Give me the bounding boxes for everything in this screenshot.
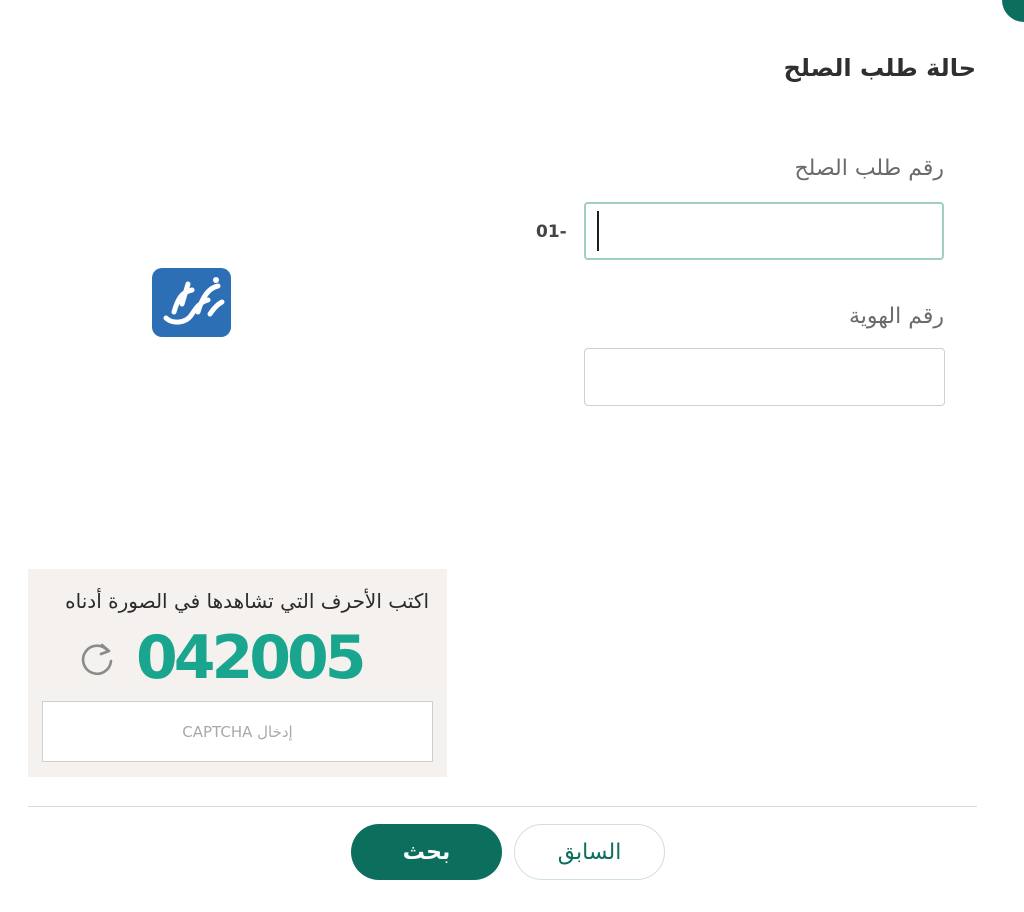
captcha-panel: اكتب الأحرف التي تشاهدها في الصورة أدناه… [28, 569, 447, 777]
id-number-label: رقم الهوية [848, 304, 944, 329]
text-caret [597, 211, 599, 251]
search-button[interactable]: بحث [351, 824, 502, 880]
captcha-instruction: اكتب الأحرف التي تشاهدها في الصورة أدناه [65, 589, 429, 613]
captcha-input[interactable] [42, 701, 433, 762]
logo [152, 268, 231, 337]
request-number-prefix: 01- [536, 222, 567, 242]
request-number-label: رقم طلب الصلح [794, 156, 944, 181]
request-number-input[interactable] [584, 202, 944, 260]
refresh-icon[interactable] [78, 639, 116, 677]
footer-divider [28, 806, 977, 807]
corner-accent [1002, 0, 1024, 22]
page: حالة طلب الصلح رقم طلب الصلح 01- رقم اله… [0, 0, 1024, 912]
page-title: حالة طلب الصلح [783, 54, 976, 82]
previous-button[interactable]: السابق [514, 824, 665, 880]
logo-icon [163, 277, 225, 325]
captcha-code: 042005 [136, 623, 366, 693]
id-number-input[interactable] [584, 348, 945, 406]
